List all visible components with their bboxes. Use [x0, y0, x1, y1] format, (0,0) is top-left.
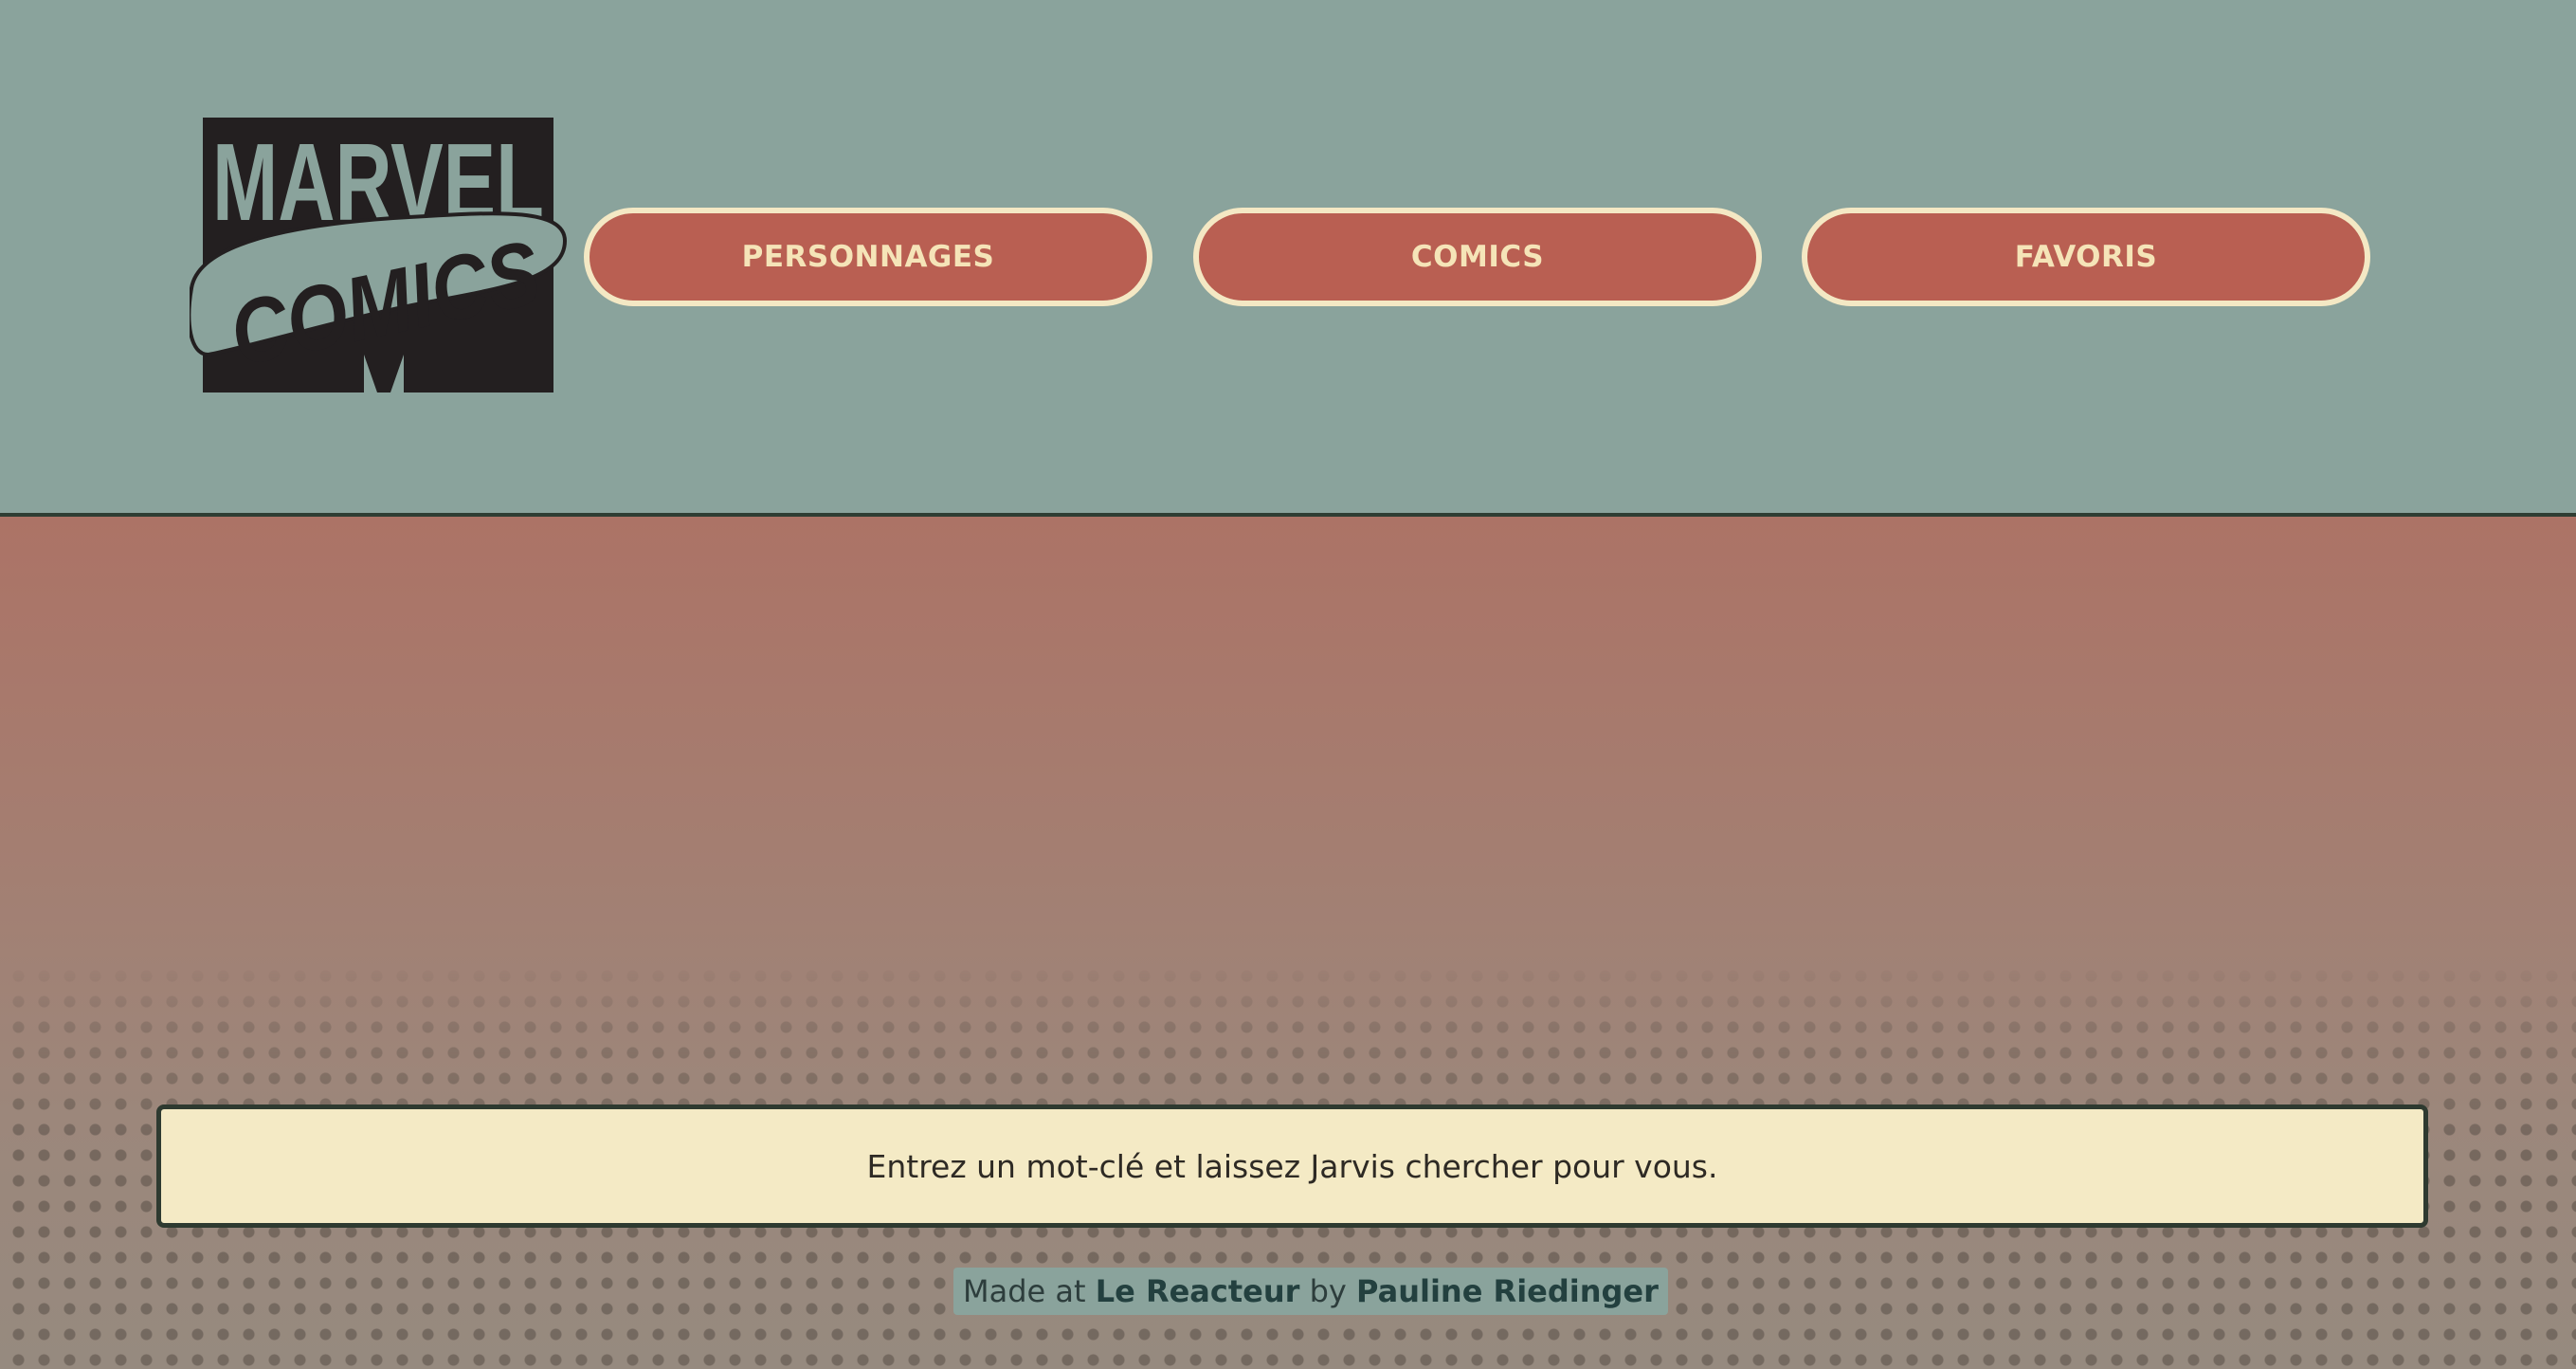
- search-box[interactable]: [156, 1104, 2428, 1228]
- nav-comics-button[interactable]: COMICS: [1193, 208, 1762, 306]
- nav-favoris-button[interactable]: FAVORIS: [1802, 208, 2370, 306]
- footer-author-link[interactable]: Pauline Riedinger: [1356, 1273, 1659, 1309]
- nav-personnages-label: PERSONNAGES: [741, 240, 995, 274]
- footer-prefix: Made at: [963, 1273, 1086, 1309]
- page: MARVEL COMICS PERSONNAGES COMICS FAVORIS…: [0, 0, 2576, 1369]
- marvel-comics-logo[interactable]: MARVEL COMICS: [190, 118, 569, 394]
- footer-by: by: [1309, 1273, 1347, 1309]
- footer-school-link[interactable]: Le Reacteur: [1096, 1273, 1300, 1309]
- footer-credits: Made at Le Reacteur by Pauline Riedinger: [953, 1268, 1668, 1315]
- search-input[interactable]: [161, 1108, 2423, 1224]
- nav-favoris-label: FAVORIS: [2014, 240, 2158, 274]
- nav-comics-label: COMICS: [1410, 240, 1545, 274]
- nav-personnages-button[interactable]: PERSONNAGES: [584, 208, 1152, 306]
- site-header: MARVEL COMICS PERSONNAGES COMICS FAVORIS: [0, 0, 2576, 517]
